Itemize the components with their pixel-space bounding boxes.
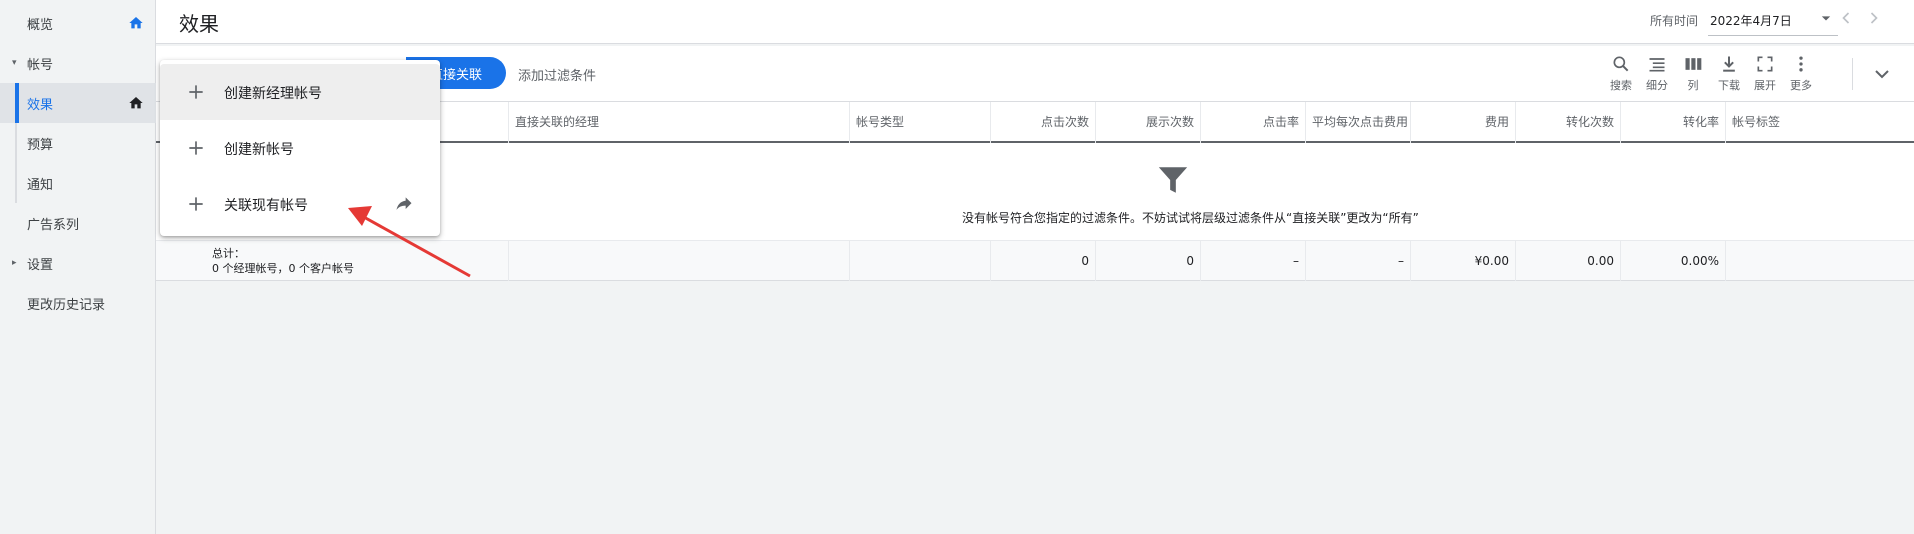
download-icon [1723, 56, 1735, 72]
column-header-labels[interactable]: 帐号标签 [1726, 102, 1914, 143]
tool-label: 细分 [1646, 79, 1668, 92]
segment-button[interactable]: 细分 [1637, 52, 1677, 98]
columns-button[interactable]: 列 [1673, 52, 1713, 98]
sidebar-item-label: 通知 [27, 177, 54, 193]
sidebar-item-overview[interactable]: 概览 [0, 3, 156, 43]
more-button[interactable]: 更多 [1781, 52, 1821, 98]
total-title: 总计： [212, 247, 245, 260]
dropdown-arrow-icon[interactable] [1816, 8, 1836, 28]
total-conv-rate: 0.00% [1621, 241, 1726, 281]
sidebar-item-budgets[interactable]: 预算 [0, 123, 156, 163]
tool-label: 更多 [1790, 79, 1812, 92]
column-header-conversions[interactable]: 转化次数 [1516, 102, 1621, 143]
plus-icon [189, 197, 203, 211]
sidebar-item-label: 预算 [27, 137, 54, 153]
sidebar-item-label: 帐号 [27, 57, 54, 73]
expand-icon [1757, 56, 1773, 72]
column-header-manager[interactable]: 直接关联的经理 [509, 102, 850, 143]
sidebar-item-accounts[interactable]: ▾ 帐号 [0, 43, 156, 83]
menu-item-create-manager[interactable]: 创建新经理帐号 [160, 64, 440, 120]
sidebar: 概览 ▾ 帐号 效果 预算 通知 广告系列 ▸ 设置 更改历史记录 [0, 0, 156, 534]
search-icon [1613, 56, 1629, 72]
tool-label: 下载 [1718, 79, 1740, 92]
sidebar-item-performance[interactable]: 效果 [0, 83, 156, 123]
columns-icon [1685, 58, 1702, 70]
total-impressions: 0 [1096, 241, 1201, 281]
caret-right-icon: ▸ [12, 258, 17, 268]
date-range-value[interactable]: 2022年4月7日 [1710, 12, 1792, 29]
sidebar-item-label: 广告系列 [27, 217, 80, 233]
home-icon [129, 97, 143, 109]
download-button[interactable]: 下载 [1709, 52, 1749, 98]
search-button[interactable]: 搜索 [1601, 52, 1641, 98]
toolbar-divider [1852, 58, 1853, 90]
page-title: 效果 [179, 12, 219, 36]
column-header-avg-cpc[interactable]: 平均每次点击费用 [1306, 102, 1411, 143]
date-range-label: 所有时间 [1650, 14, 1699, 28]
plus-icon [189, 85, 203, 99]
share-arrow-icon [396, 197, 412, 210]
column-header-conv-rate[interactable]: 转化率 [1621, 102, 1726, 143]
tool-label: 搜索 [1610, 79, 1632, 92]
total-avg-cpc: – [1306, 241, 1411, 281]
menu-item-label: 关联现有帐号 [224, 198, 308, 214]
sidebar-item-label: 设置 [27, 257, 54, 273]
column-header-cost[interactable]: 费用 [1411, 102, 1516, 143]
caret-down-icon: ▾ [12, 58, 17, 68]
tool-label: 列 [1687, 79, 1699, 92]
sidebar-item-label: 效果 [27, 97, 54, 113]
empty-state-message: 没有帐号符合您指定的过滤条件。不妨试试将层级过滤条件从“直接关联”更改为“所有” [962, 211, 1419, 225]
column-header-clicks[interactable]: 点击次数 [991, 102, 1096, 143]
plus-icon [189, 141, 203, 155]
more-vert-icon [1799, 56, 1803, 72]
sidebar-item-label: 概览 [27, 17, 54, 33]
add-account-menu: 创建新经理帐号 创建新帐号 关联现有帐号 [160, 60, 440, 236]
chevron-down-icon[interactable] [1870, 62, 1894, 86]
total-ctr: – [1201, 241, 1306, 281]
total-account-type-cell [850, 241, 991, 281]
sidebar-item-change-history[interactable]: 更改历史记录 [0, 283, 156, 323]
column-header-impressions[interactable]: 展示次数 [1096, 102, 1201, 143]
home-icon [129, 17, 143, 29]
expand-button[interactable]: 展开 [1745, 52, 1785, 98]
table-total-row: 总计： 0 个经理帐号，0 个客户帐号 0 0 – – ¥0.00 0.00 0… [156, 241, 1914, 281]
filter-funnel-icon [1158, 167, 1188, 193]
total-label: 总计： 0 个经理帐号，0 个客户帐号 [212, 246, 354, 276]
column-header-account-type[interactable]: 帐号类型 [850, 102, 991, 143]
sidebar-item-notifications[interactable]: 通知 [0, 163, 156, 203]
segment-icon [1649, 58, 1665, 72]
chevron-left-icon[interactable] [1836, 8, 1856, 28]
menu-item-create-account[interactable]: 创建新帐号 [160, 120, 440, 176]
menu-item-label: 创建新帐号 [224, 142, 294, 158]
total-manager-cell [509, 241, 850, 281]
total-cost: ¥0.00 [1411, 241, 1516, 281]
sidebar-item-settings[interactable]: ▸ 设置 [0, 243, 156, 283]
total-label-cell: 总计： 0 个经理帐号，0 个客户帐号 [156, 241, 509, 281]
tool-label: 展开 [1754, 79, 1776, 92]
column-header-ctr[interactable]: 点击率 [1201, 102, 1306, 143]
menu-item-link-existing[interactable]: 关联现有帐号 [160, 176, 440, 232]
total-conversions: 0.00 [1516, 241, 1621, 281]
sidebar-item-campaigns[interactable]: 广告系列 [0, 203, 156, 243]
sidebar-item-label: 更改历史记录 [27, 297, 106, 313]
menu-item-label: 创建新经理帐号 [224, 86, 322, 102]
total-summary: 0 个经理帐号，0 个客户帐号 [212, 262, 354, 275]
date-range-underline [1708, 35, 1838, 36]
chevron-right-icon[interactable] [1864, 8, 1884, 28]
total-clicks: 0 [991, 241, 1096, 281]
add-filter-button[interactable]: 添加过滤条件 [518, 65, 596, 84]
page-header: 效果 所有时间 2022年4月7日 [156, 0, 1914, 44]
total-labels-cell [1726, 241, 1914, 281]
